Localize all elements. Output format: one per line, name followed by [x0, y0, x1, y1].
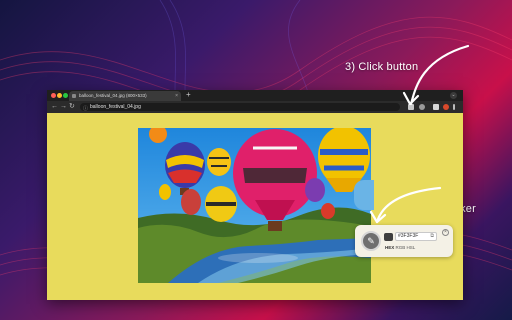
color-value-field[interactable]: #3F3F3F ⧉: [395, 232, 437, 241]
reload-button[interactable]: ↻: [69, 102, 75, 112]
balloon-checkered: [207, 148, 231, 176]
format-others[interactable]: RGB HSL: [396, 245, 416, 250]
split-view-icon[interactable]: [433, 104, 439, 110]
balloon-yellow-small: [205, 186, 237, 222]
new-tab-button[interactable]: +: [186, 90, 191, 100]
back-button[interactable]: ←: [51, 102, 58, 112]
extension-picker-button[interactable]: [408, 104, 414, 110]
extensions-icon[interactable]: [419, 104, 425, 110]
format-hex[interactable]: HEX: [385, 245, 394, 250]
tab-close-icon[interactable]: ×: [175, 91, 178, 101]
address-bar[interactable]: ⓘ balloon_festival_04.jpg: [80, 103, 400, 113]
format-switcher[interactable]: HEX RGB HSL: [385, 245, 415, 250]
menu-icon[interactable]: [453, 104, 455, 110]
browser-window: balloon_festival_04.jpg (800×533) × + ⌄ …: [47, 90, 463, 300]
close-icon[interactable]: ×: [442, 229, 449, 236]
tab-favicon-icon: [72, 94, 76, 98]
color-value: #3F3F3F: [398, 233, 419, 239]
tab-balloon-image[interactable]: balloon_festival_04.jpg (800×533) ×: [69, 91, 181, 101]
address-bar-url: balloon_festival_04.jpg: [90, 104, 141, 110]
tab-bar: balloon_festival_04.jpg (800×533) × + ⌄: [47, 90, 463, 101]
color-picker-panel: ✎ #3F3F3F ⧉ × HEX RGB HSL: [355, 225, 453, 257]
image-viewer: ✎ #3F3F3F ⧉ × HEX RGB HSL: [47, 113, 463, 300]
picker-icon[interactable]: ✎: [361, 231, 381, 251]
profile-icon[interactable]: [443, 104, 449, 110]
step3-label: 3) Click button: [345, 61, 419, 73]
tab-menu-button[interactable]: ⌄: [450, 92, 457, 99]
picker-side-tab[interactable]: [354, 180, 374, 210]
info-icon[interactable]: ⓘ: [83, 105, 88, 113]
browser-toolbar: ← → ↻ ⓘ balloon_festival_04.jpg: [47, 101, 463, 113]
window-maximize-button[interactable]: [63, 93, 68, 98]
window-minimize-button[interactable]: [57, 93, 62, 98]
copy-icon[interactable]: ⧉: [430, 233, 434, 240]
color-swatch: [384, 233, 393, 241]
window-close-button[interactable]: [51, 93, 56, 98]
forward-button[interactable]: →: [60, 102, 67, 112]
tab-title: balloon_festival_04.jpg (800×533): [79, 93, 147, 98]
balloon-photo: [138, 128, 371, 283]
